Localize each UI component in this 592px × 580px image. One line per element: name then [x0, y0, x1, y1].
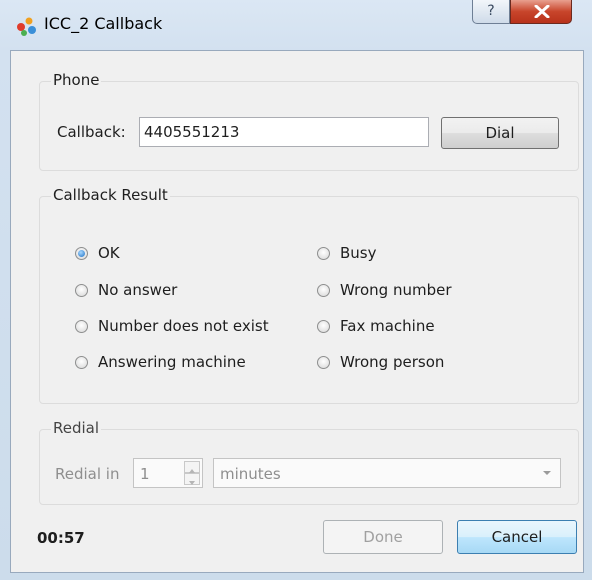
- redial-count-value: 1: [140, 465, 150, 483]
- callback-number-input[interactable]: 4405551213: [139, 117, 429, 147]
- callback-result-title: Callback Result: [51, 186, 170, 204]
- radio-ok[interactable]: OK: [75, 242, 120, 264]
- radio-fax-machine-button[interactable]: [317, 319, 330, 333]
- redial-in-label: Redial in: [55, 465, 120, 483]
- radio-answering-machine-label: Answering machine: [98, 353, 246, 371]
- radio-busy-label: Busy: [340, 244, 377, 262]
- radio-number-not-exist-label: Number does not exist: [98, 317, 269, 335]
- help-button[interactable]: ?: [472, 0, 510, 24]
- title-bar[interactable]: ICC_2 Callback ?: [0, 0, 592, 50]
- dropdown-arrow-icon: [543, 471, 551, 475]
- app-icon: [17, 17, 36, 36]
- chevron-down-icon: [189, 481, 195, 485]
- radio-wrong-number[interactable]: Wrong number: [317, 279, 452, 301]
- radio-wrong-number-label: Wrong number: [340, 281, 452, 299]
- window-title: ICC_2 Callback: [44, 14, 163, 33]
- radio-fax-machine[interactable]: Fax machine: [317, 315, 435, 337]
- phone-group-title: Phone: [51, 71, 102, 89]
- radio-no-answer-label: No answer: [98, 281, 178, 299]
- redial-group-title: Redial: [51, 419, 102, 437]
- radio-ok-label: OK: [98, 244, 120, 262]
- radio-no-answer-button[interactable]: [75, 283, 88, 297]
- radio-busy[interactable]: Busy: [317, 242, 377, 264]
- close-icon: [534, 5, 550, 18]
- radio-wrong-person[interactable]: Wrong person: [317, 351, 444, 373]
- radio-wrong-person-button[interactable]: [317, 355, 330, 369]
- radio-ok-button[interactable]: [75, 246, 88, 260]
- callback-label: Callback:: [57, 123, 126, 141]
- redial-unit-select[interactable]: minutes: [213, 458, 561, 488]
- help-icon: ?: [487, 3, 495, 19]
- radio-wrong-number-button[interactable]: [317, 283, 330, 297]
- radio-answering-machine-button[interactable]: [75, 355, 88, 369]
- radio-no-answer[interactable]: No answer: [75, 279, 177, 301]
- dial-button[interactable]: Dial: [441, 117, 559, 149]
- callback-dialog: ICC_2 Callback ? Phone Callback: 4405551…: [0, 0, 592, 580]
- dialog-body: Phone Callback: 4405551213 Dial Callback…: [10, 50, 584, 573]
- spin-up-button[interactable]: [184, 461, 200, 473]
- radio-fax-machine-label: Fax machine: [340, 317, 435, 335]
- radio-number-not-exist[interactable]: Number does not exist: [75, 315, 269, 337]
- done-button[interactable]: Done: [323, 520, 443, 554]
- redial-count-spinbox[interactable]: 1: [133, 458, 203, 488]
- spin-down-button[interactable]: [184, 473, 200, 485]
- radio-wrong-person-label: Wrong person: [340, 353, 445, 371]
- redial-unit-value: minutes: [220, 465, 281, 483]
- cancel-button[interactable]: Cancel: [457, 520, 577, 554]
- radio-busy-button[interactable]: [317, 246, 330, 260]
- radio-number-not-exist-button[interactable]: [75, 319, 88, 333]
- close-button[interactable]: [510, 0, 572, 24]
- radio-answering-machine[interactable]: Answering machine: [75, 351, 246, 373]
- elapsed-timer: 00:57: [37, 529, 85, 547]
